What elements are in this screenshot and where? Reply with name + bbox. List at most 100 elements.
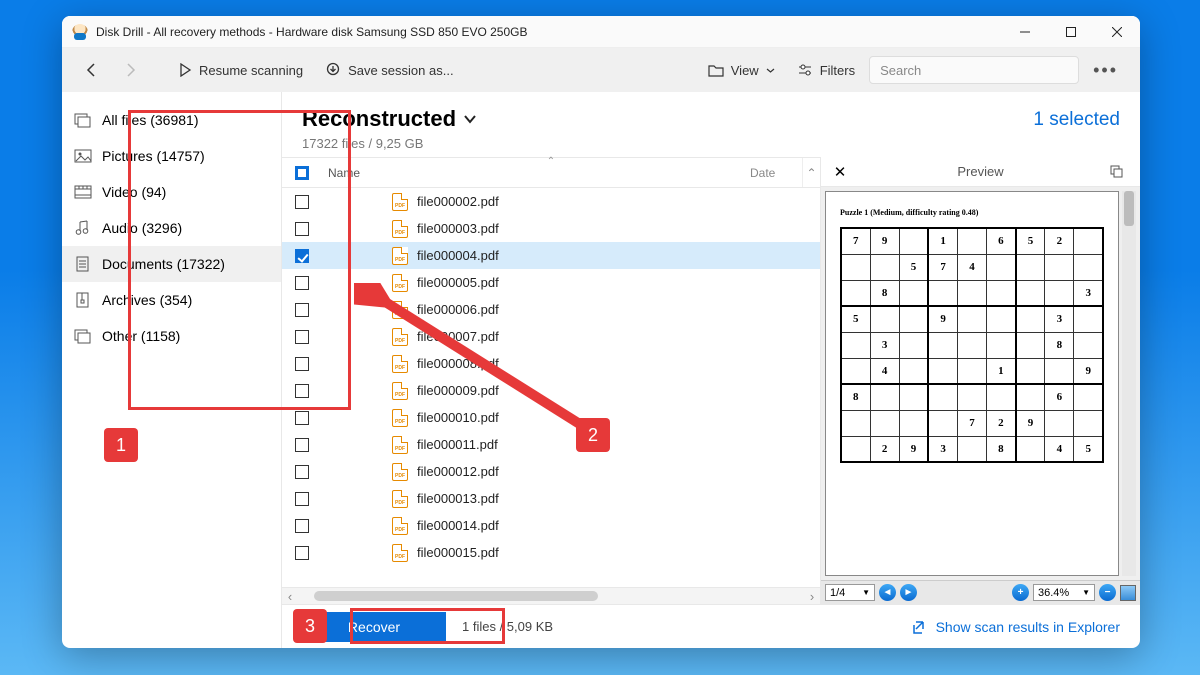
section-title-dropdown[interactable]: Reconstructed	[302, 106, 1033, 132]
sliders-icon	[797, 63, 813, 77]
file-row[interactable]: file000005.pdf	[282, 269, 820, 296]
file-row[interactable]: file000002.pdf	[282, 188, 820, 215]
main-panel: Reconstructed 17322 files / 9,25 GB 1 se…	[282, 92, 1140, 648]
file-name: file000013.pdf	[417, 491, 499, 506]
sidebar-item-audio[interactable]: Audio (3296)	[62, 210, 281, 246]
file-name: file000002.pdf	[417, 194, 499, 209]
column-date[interactable]: Date	[750, 166, 802, 180]
pdf-file-icon	[392, 436, 408, 454]
maximize-button[interactable]	[1048, 16, 1094, 48]
pdf-file-icon	[392, 247, 408, 265]
preview-panel: ✕ Preview Puzzle 1 (Medium, difficulty r…	[820, 157, 1140, 604]
file-name: file000003.pdf	[417, 221, 499, 236]
sidebar-item-other[interactable]: Other (1158)	[62, 318, 281, 354]
select-all-checkbox[interactable]	[295, 166, 309, 180]
sidebar: All files (36981)Pictures (14757)Video (…	[62, 92, 282, 648]
save-session-button[interactable]: Save session as...	[317, 57, 462, 83]
search-input[interactable]: Search	[869, 56, 1079, 84]
zoom-selector[interactable]: 36.4%▼	[1033, 584, 1095, 601]
sidebar-item-stack[interactable]: All files (36981)	[62, 102, 281, 138]
next-page-button[interactable]: ►	[900, 584, 917, 601]
filters-button[interactable]: Filters	[789, 58, 863, 83]
file-name: file000008.pdf	[417, 356, 499, 371]
bottom-bar: Recover 1 files / 5,09 KB Show scan resu…	[282, 604, 1140, 648]
preview-expand-button[interactable]	[1110, 165, 1132, 178]
file-name: file000014.pdf	[417, 518, 499, 533]
column-name[interactable]: Name	[322, 166, 750, 180]
fit-page-button[interactable]	[1120, 585, 1136, 601]
preview-scrollbar[interactable]	[1122, 191, 1136, 576]
prev-page-button[interactable]: ◄	[879, 584, 896, 601]
pdf-file-icon	[392, 463, 408, 481]
preview-close-button[interactable]: ✕	[829, 163, 851, 181]
file-row[interactable]: file000009.pdf	[282, 377, 820, 404]
sort-indicator-icon: ⌃	[547, 156, 555, 167]
file-checkbox[interactable]	[295, 438, 309, 452]
zoom-in-button[interactable]: +	[1012, 584, 1029, 601]
titlebar: Disk Drill - All recovery methods - Hard…	[62, 16, 1140, 48]
file-checkbox[interactable]	[295, 249, 309, 263]
file-row[interactable]: file000013.pdf	[282, 485, 820, 512]
pdf-file-icon	[392, 301, 408, 319]
file-row[interactable]: file000003.pdf	[282, 215, 820, 242]
file-list: ⌃ Name Date ⌃ file000002.pdf file000003.p…	[282, 157, 820, 604]
file-row[interactable]: file000008.pdf	[282, 350, 820, 377]
sidebar-item-document[interactable]: Documents (17322)	[62, 246, 281, 282]
file-checkbox[interactable]	[295, 330, 309, 344]
file-name: file000004.pdf	[417, 248, 499, 263]
preview-page: Puzzle 1 (Medium, difficulty rating 0.48…	[825, 191, 1119, 576]
file-checkbox[interactable]	[295, 303, 309, 317]
sidebar-item-video[interactable]: Video (94)	[62, 174, 281, 210]
sidebar-item-archive[interactable]: Archives (354)	[62, 282, 281, 318]
file-row[interactable]: file000012.pdf	[282, 458, 820, 485]
forward-button[interactable]	[114, 57, 146, 83]
show-in-explorer-link[interactable]: Show scan results in Explorer	[913, 619, 1120, 635]
file-checkbox[interactable]	[295, 357, 309, 371]
folder-icon	[708, 63, 724, 77]
close-button[interactable]	[1094, 16, 1140, 48]
sidebar-item-picture[interactable]: Pictures (14757)	[62, 138, 281, 174]
resume-scan-button[interactable]: Resume scanning	[170, 58, 311, 83]
file-checkbox[interactable]	[295, 519, 309, 533]
file-checkbox[interactable]	[295, 492, 309, 506]
picture-icon	[74, 147, 92, 165]
external-link-icon	[913, 619, 929, 635]
column-headers: ⌃ Name Date ⌃	[282, 158, 820, 188]
selection-count[interactable]: 1 selected	[1033, 109, 1120, 131]
section-subtitle: 17322 files / 9,25 GB	[302, 136, 1033, 151]
minimize-button[interactable]	[1002, 16, 1048, 48]
file-checkbox[interactable]	[295, 465, 309, 479]
other-icon	[74, 327, 92, 345]
file-row[interactable]: file000004.pdf	[282, 242, 820, 269]
chevron-down-icon	[463, 112, 477, 126]
file-row[interactable]: file000007.pdf	[282, 323, 820, 350]
file-name: file000012.pdf	[417, 464, 499, 479]
file-row[interactable]: file000010.pdf	[282, 404, 820, 431]
chevron-down-icon	[766, 66, 775, 75]
document-icon	[74, 255, 92, 273]
view-dropdown[interactable]: View	[700, 58, 783, 83]
pdf-file-icon	[392, 490, 408, 508]
recover-button[interactable]: Recover	[302, 612, 446, 642]
file-row[interactable]: file000015.pdf	[282, 539, 820, 566]
more-button[interactable]: •••	[1085, 55, 1126, 86]
file-row[interactable]: file000014.pdf	[282, 512, 820, 539]
app-icon	[72, 24, 88, 40]
file-row[interactable]: file000011.pdf	[282, 431, 820, 458]
pdf-file-icon	[392, 220, 408, 238]
file-checkbox[interactable]	[295, 222, 309, 236]
file-row[interactable]: file000006.pdf	[282, 296, 820, 323]
preview-title: Preview	[851, 164, 1110, 179]
file-checkbox[interactable]	[295, 276, 309, 290]
file-checkbox[interactable]	[295, 411, 309, 425]
file-checkbox[interactable]	[295, 195, 309, 209]
horizontal-scrollbar[interactable]: ‹ ›	[282, 587, 820, 604]
page-selector[interactable]: 1/4▼	[825, 584, 875, 601]
zoom-out-button[interactable]: −	[1099, 584, 1116, 601]
file-name: file000009.pdf	[417, 383, 499, 398]
file-checkbox[interactable]	[295, 546, 309, 560]
back-button[interactable]	[76, 57, 108, 83]
toolbar: Resume scanning Save session as... View …	[62, 48, 1140, 92]
file-checkbox[interactable]	[295, 384, 309, 398]
scroll-up-button[interactable]: ⌃	[802, 158, 820, 187]
